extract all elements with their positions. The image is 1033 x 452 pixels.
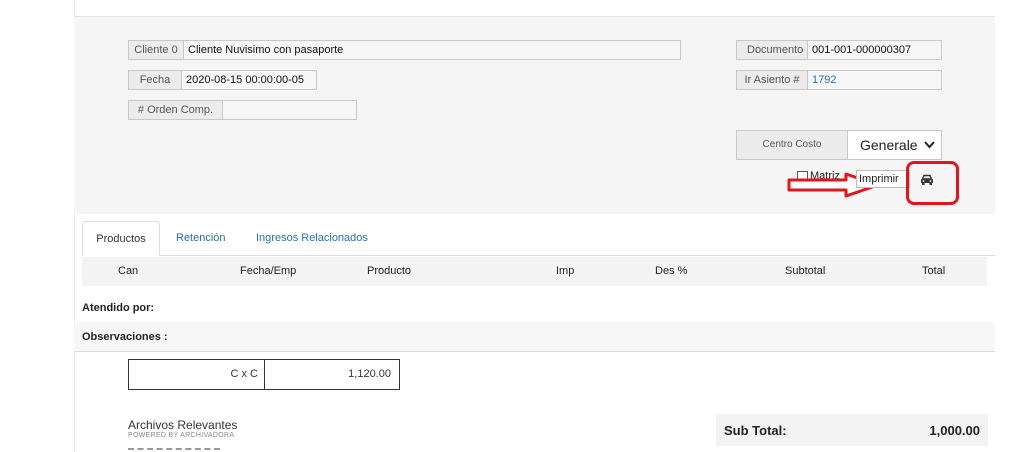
- subtotal-label: Sub Total:: [724, 422, 787, 438]
- documento-label: Documento N: [736, 40, 808, 60]
- divider: [74, 351, 995, 352]
- fecha-field: Fecha 2020-08-15 00:00:00-05: [128, 70, 317, 90]
- col-subtotal: Subtotal: [785, 265, 826, 277]
- col-producto: Producto: [367, 265, 412, 277]
- centro-costo-label: Centro Costo: [736, 130, 848, 160]
- tab-ingresos-relacionados[interactable]: Ingresos Relacionados: [256, 221, 368, 256]
- asiento-label: Ir Asiento #: [736, 70, 808, 90]
- observaciones-label: Observaciones :: [82, 331, 168, 343]
- cxc-table: C x C 1,120.00: [128, 359, 400, 390]
- asiento-link[interactable]: 1792: [808, 70, 942, 90]
- col-can: Can: [118, 265, 139, 277]
- orden-compra-label: # Orden Comp.: [128, 100, 223, 120]
- documento-field: Documento N 001-001-000000307: [736, 40, 942, 60]
- col-imp: Imp: [556, 265, 575, 277]
- archivos-title: Archivos Relevantes: [128, 418, 238, 432]
- cxc-value: 1,120.00: [348, 368, 391, 380]
- atendido-label: Atendido por:: [82, 302, 155, 314]
- archivos-subtitle: POWERED BY ARCHIVADORA: [128, 432, 235, 439]
- tab-retencion[interactable]: Retención: [176, 221, 226, 256]
- observaciones-row: [74, 322, 995, 351]
- subtotal-row: Sub Total: 1,000.00: [716, 414, 988, 446]
- cliente-field: Cliente 0 Cliente Nuvisimo con pasaporte: [128, 40, 681, 60]
- col-fecha-emp: Fecha/Emp: [240, 265, 297, 277]
- imprimir-button[interactable]: Imprimir: [856, 170, 910, 188]
- subtotal-value: 1,000.00: [929, 422, 980, 438]
- fecha-label: Fecha: [128, 70, 182, 90]
- archivos-dropzone[interactable]: [128, 448, 220, 450]
- cxc-label: C x C: [129, 360, 265, 389]
- centro-costo-value: Generale: [860, 137, 918, 153]
- tab-productos[interactable]: Productos: [82, 221, 160, 256]
- orden-compra-input[interactable]: [223, 100, 357, 120]
- tab-bar: Productos Retención Ingresos Relacionado…: [82, 221, 995, 256]
- col-des: Des %: [655, 265, 688, 277]
- documento-input[interactable]: 001-001-000000307: [808, 40, 942, 60]
- centro-costo-field: Centro Costo Generale: [736, 130, 942, 160]
- centro-costo-select[interactable]: Generale: [848, 130, 942, 160]
- products-table-header: Can Fecha/Emp Producto Imp Des % Subtota…: [82, 257, 987, 286]
- asiento-field: Ir Asiento # 1792: [736, 70, 942, 90]
- annotation-highlight-box: [906, 161, 959, 205]
- cliente-label: Cliente 0: [128, 40, 184, 60]
- cliente-input[interactable]: Cliente Nuvisimo con pasaporte: [184, 40, 681, 60]
- fecha-input[interactable]: 2020-08-15 00:00:00-05: [182, 70, 317, 90]
- col-total: Total: [922, 265, 946, 277]
- orden-compra-field: # Orden Comp.: [128, 100, 357, 120]
